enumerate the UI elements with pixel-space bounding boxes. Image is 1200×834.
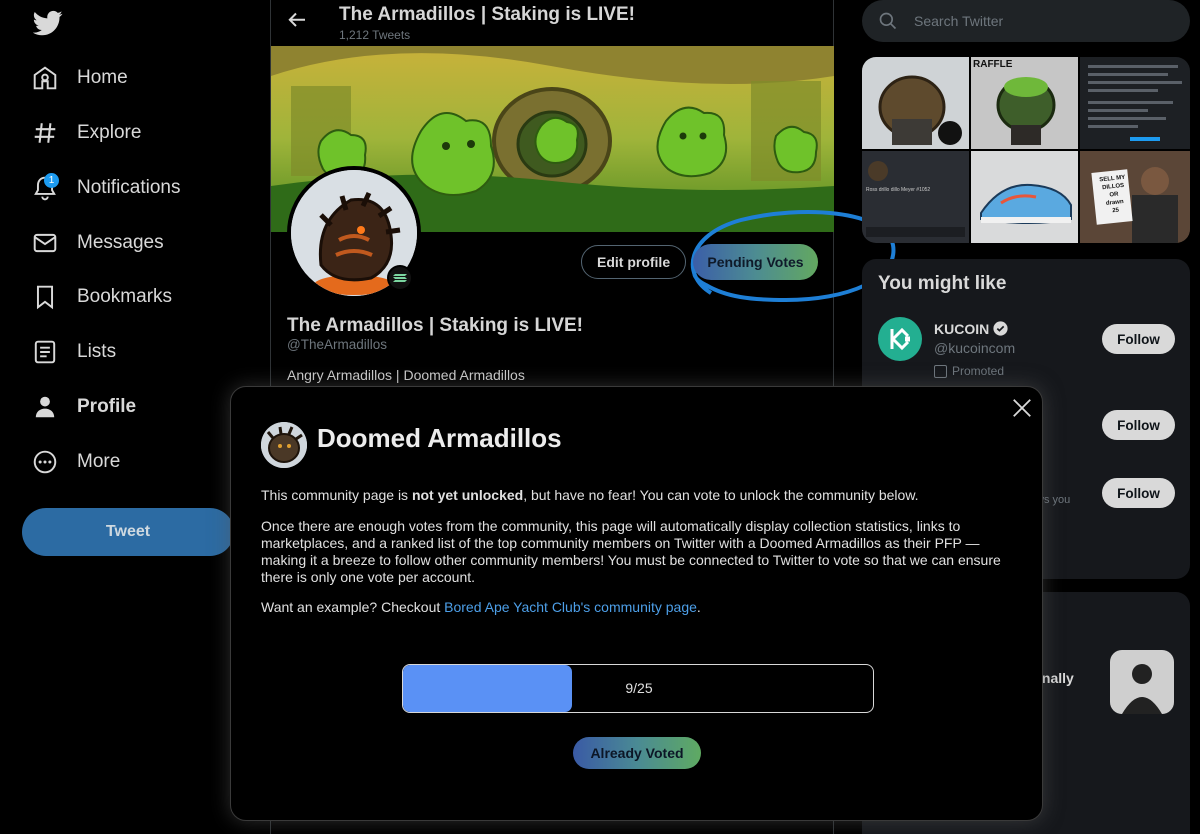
nav-bookmarks[interactable]: Bookmarks bbox=[22, 273, 172, 321]
media-thumb[interactable] bbox=[862, 57, 969, 149]
nav-more-label: More bbox=[77, 451, 121, 472]
text: This community page is bbox=[261, 487, 412, 503]
follow-button[interactable]: Follow bbox=[1102, 478, 1175, 508]
solana-badge-icon bbox=[387, 265, 413, 291]
tweet-button[interactable]: Tweet bbox=[22, 508, 234, 556]
media-thumb[interactable] bbox=[971, 151, 1078, 243]
envelope-icon bbox=[22, 220, 68, 266]
modal-paragraph-example: Want an example? Checkout Bored Ape Yach… bbox=[261, 599, 1021, 616]
nav-lists-label: Lists bbox=[77, 341, 117, 362]
collection-avatar bbox=[261, 422, 307, 468]
nav-messages-label: Messages bbox=[77, 232, 164, 253]
community-vote-modal: Doomed Armadillos This community page is… bbox=[230, 386, 1043, 821]
bayc-community-link[interactable]: Bored Ape Yacht Club's community page bbox=[444, 599, 697, 615]
already-voted-button[interactable]: Already Voted bbox=[573, 737, 701, 769]
kucoin-handle: @kucoincom bbox=[934, 340, 1016, 356]
notification-badge: 1 bbox=[44, 173, 59, 188]
home-icon bbox=[22, 55, 68, 101]
modal-title: Doomed Armadillos bbox=[317, 423, 562, 453]
promoted-label: Promoted bbox=[934, 364, 1004, 378]
more-circle-icon bbox=[22, 439, 68, 485]
search-icon bbox=[879, 12, 897, 30]
verified-badge-icon bbox=[993, 321, 1008, 336]
profile-bio: Angry Armadillos | Doomed Armadillos bbox=[287, 367, 525, 383]
nav-profile-label: Profile bbox=[77, 396, 137, 417]
vote-progress-bar: 9/25 bbox=[402, 664, 874, 713]
bell-icon: 1 bbox=[22, 165, 68, 211]
tweet-count: 1,212 Tweets bbox=[339, 28, 411, 42]
kucoin-name[interactable]: KUCOIN bbox=[934, 321, 989, 337]
nav-notifications[interactable]: 1 Notifications bbox=[22, 164, 181, 212]
emphasis-text: not yet unlocked bbox=[411, 487, 524, 503]
text: . bbox=[696, 599, 701, 615]
follow-button[interactable]: Follow bbox=[1102, 410, 1175, 440]
person-icon bbox=[22, 384, 68, 430]
media-thumb[interactable]: RAFFLE bbox=[971, 57, 1078, 149]
sell-sign-text: SELL MY DILLOS OR drawn 25 bbox=[1096, 173, 1132, 216]
media-thumb[interactable]: SELL MY DILLOS OR drawn 25 bbox=[1080, 151, 1190, 243]
list-icon bbox=[22, 329, 68, 375]
nav-notifications-label: Notifications bbox=[77, 177, 181, 198]
text: , but have no fear! You can vote to unlo… bbox=[523, 487, 919, 503]
modal-paragraph-description: Once there are enough votes from the com… bbox=[261, 518, 1001, 585]
text: Want an example? Checkout bbox=[261, 599, 445, 615]
trend-text-fragment[interactable]: inally bbox=[1038, 670, 1074, 686]
nav-home-label: Home bbox=[77, 67, 128, 88]
search-input[interactable]: Search Twitter bbox=[914, 13, 1003, 29]
close-icon[interactable] bbox=[1011, 397, 1033, 419]
follow-button[interactable]: Follow bbox=[1102, 324, 1175, 354]
twitter-logo-icon[interactable] bbox=[33, 8, 63, 38]
nav-messages[interactable]: Messages bbox=[22, 219, 164, 267]
edit-profile-button[interactable]: Edit profile bbox=[581, 245, 687, 279]
who-to-follow-title: You might like bbox=[878, 273, 1007, 294]
promoted-icon bbox=[934, 364, 947, 378]
modal-paragraph-unlock: This community page is not yet unlocked,… bbox=[261, 487, 1021, 504]
nav-more[interactable]: More bbox=[22, 438, 120, 486]
profile-handle: @TheArmadillos bbox=[287, 337, 387, 352]
raffle-label: RAFFLE bbox=[973, 59, 1013, 70]
nav-lists[interactable]: Lists bbox=[22, 328, 116, 376]
page-title: The Armadillos | Staking is LIVE! bbox=[339, 4, 636, 25]
profile-name: The Armadillos | Staking is LIVE! bbox=[287, 315, 584, 336]
nav-explore-label: Explore bbox=[77, 122, 142, 143]
trend-thumbnail[interactable] bbox=[1110, 650, 1174, 714]
nav-explore[interactable]: Explore bbox=[22, 109, 141, 157]
nav-profile[interactable]: Profile bbox=[22, 383, 136, 431]
back-arrow-icon[interactable] bbox=[285, 8, 309, 32]
nav-home[interactable]: Home bbox=[22, 54, 128, 102]
promoted-text: Promoted bbox=[952, 364, 1005, 378]
media-thumb[interactable]: Ross drillo dillo Meyer #1052 bbox=[862, 151, 969, 243]
pending-votes-button[interactable]: Pending Votes bbox=[693, 244, 818, 280]
media-thumb[interactable] bbox=[1080, 57, 1190, 149]
kucoin-avatar[interactable] bbox=[878, 317, 922, 361]
hashtag-icon bbox=[22, 110, 68, 156]
bookmark-icon bbox=[22, 274, 68, 320]
search-bar[interactable]: Search Twitter bbox=[862, 0, 1190, 42]
media-grid[interactable]: RAFFLE Ross drillo dillo Meyer #1052 SEL… bbox=[862, 57, 1190, 243]
nft-card-name: Ross drillo dillo Meyer #1052 bbox=[866, 187, 931, 193]
nav-bookmarks-label: Bookmarks bbox=[77, 286, 173, 307]
vote-progress-label: 9/25 bbox=[625, 680, 653, 696]
profile-header-bar: The Armadillos | Staking is LIVE! 1,212 … bbox=[271, 0, 834, 46]
